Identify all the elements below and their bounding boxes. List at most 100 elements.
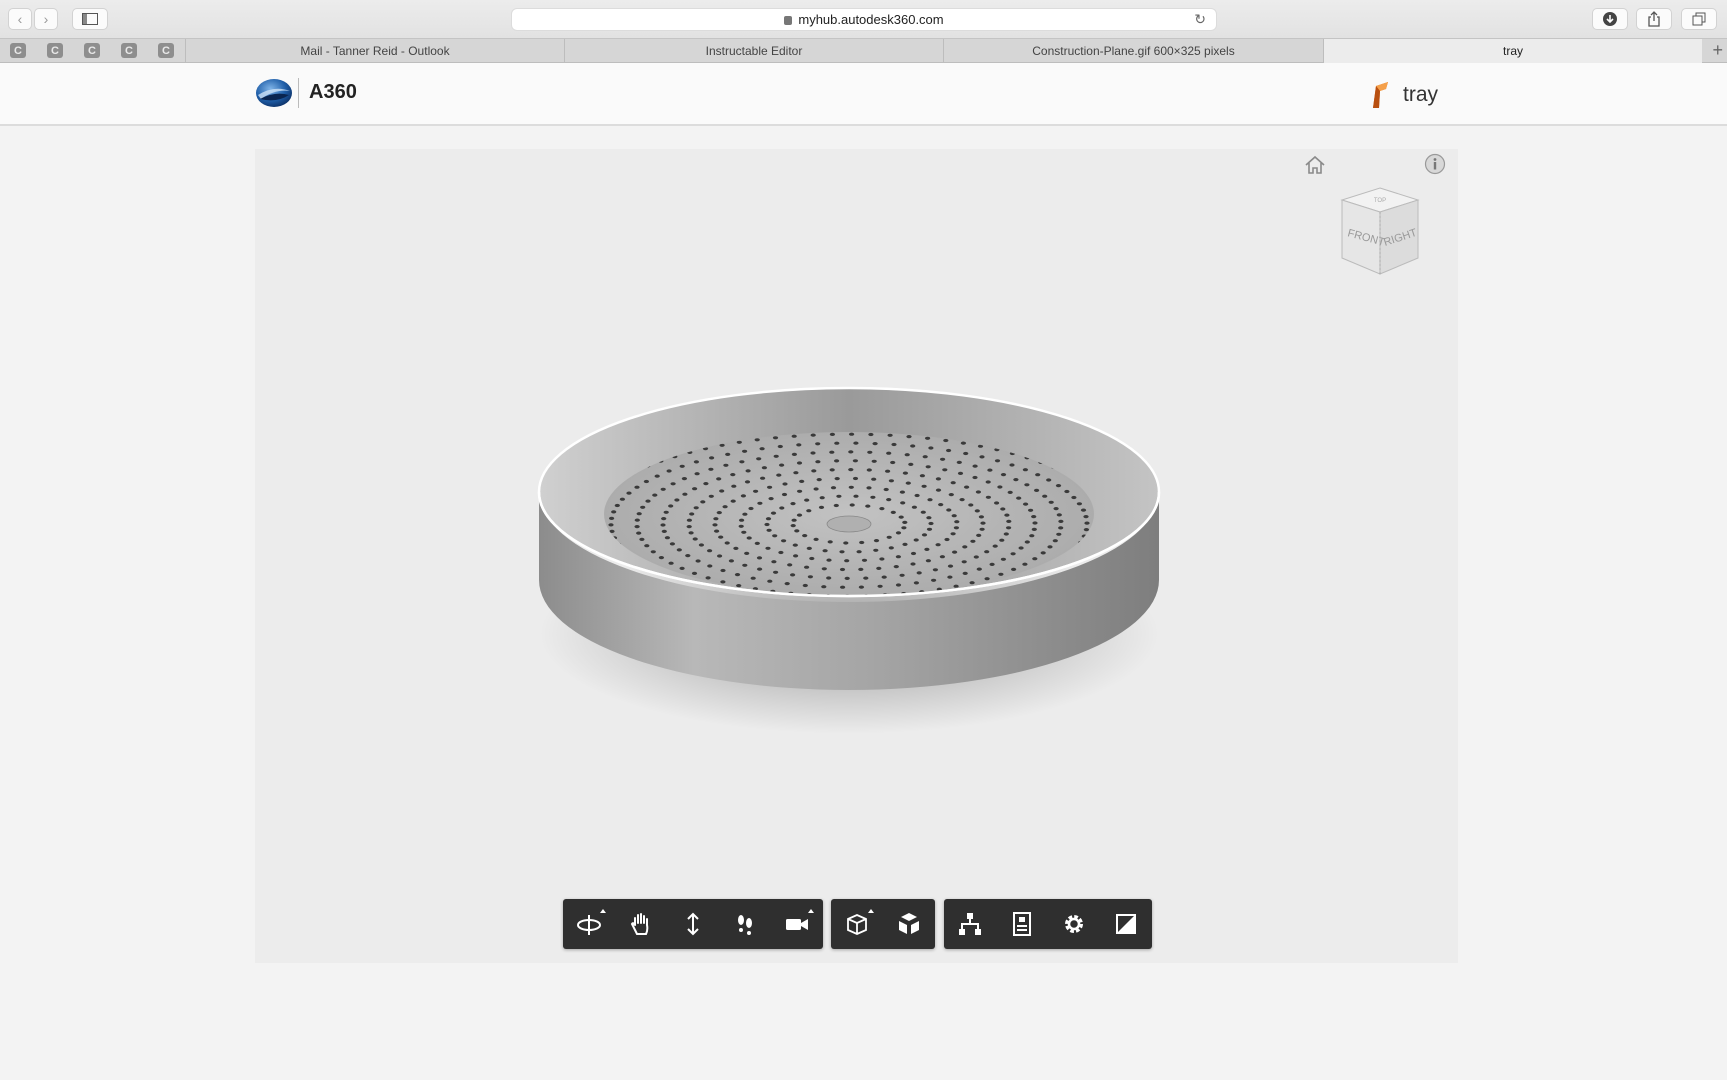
explode-button[interactable] xyxy=(883,899,935,949)
a360-logo-icon[interactable] xyxy=(255,77,293,109)
model-browser-button[interactable] xyxy=(944,899,996,949)
perforation-hole xyxy=(953,584,959,588)
perforation-hole xyxy=(1028,508,1034,512)
perforation-hole xyxy=(953,526,959,530)
perforation-hole xyxy=(906,435,912,439)
perforation-hole xyxy=(886,451,892,455)
perforation-hole xyxy=(663,510,669,514)
perforation-hole xyxy=(946,508,952,512)
perforation-hole xyxy=(921,484,927,488)
tab-construction-plane[interactable]: Construction-Plane.gif 600×325 pixels xyxy=(943,39,1323,63)
perforation-hole xyxy=(867,450,873,454)
perforation-hole xyxy=(654,474,660,478)
perforation-hole xyxy=(848,468,854,472)
perforation-hole xyxy=(902,542,908,546)
perforation-hole xyxy=(640,505,646,509)
info-icon[interactable] xyxy=(1424,153,1446,175)
perforation-hole xyxy=(821,585,827,589)
perforation-hole xyxy=(902,471,908,475)
camera-button[interactable] xyxy=(771,899,823,949)
zoom-button[interactable] xyxy=(667,899,719,949)
perforation-hole xyxy=(692,487,698,491)
perforation-hole xyxy=(866,486,872,490)
perforation-hole xyxy=(777,444,783,449)
perforation-hole xyxy=(959,498,965,502)
viewcube[interactable]: TOP FRONT RIGHT xyxy=(1335,186,1425,278)
perforation-hole xyxy=(853,441,859,445)
properties-button[interactable] xyxy=(996,899,1048,949)
perforation-hole xyxy=(1083,515,1089,519)
perforation-hole xyxy=(757,567,763,571)
orbit-button[interactable] xyxy=(563,899,615,949)
perforation-hole xyxy=(713,517,719,521)
perforation-hole xyxy=(895,531,902,535)
perforation-hole xyxy=(887,433,893,437)
pan-button[interactable] xyxy=(615,899,667,949)
settings-toolbar xyxy=(944,899,1152,949)
pinned-tab[interactable]: C xyxy=(121,43,137,58)
properties-icon xyxy=(1013,912,1031,936)
perforation-hole xyxy=(829,450,835,454)
forward-button[interactable]: › xyxy=(34,8,58,30)
perforation-hole xyxy=(849,432,855,436)
hand-icon xyxy=(630,913,649,935)
perforation-hole xyxy=(714,529,720,533)
perforation-hole xyxy=(761,466,767,470)
perforation-hole xyxy=(973,555,979,559)
perforation-hole xyxy=(969,581,975,585)
menu-caret-icon xyxy=(808,909,814,913)
perforation-hole xyxy=(1010,552,1016,556)
perforation-hole xyxy=(1071,495,1077,500)
pinned-tab[interactable]: C xyxy=(10,43,26,58)
back-button[interactable]: ‹ xyxy=(8,8,32,30)
perforation-hole xyxy=(861,558,868,562)
pinned-tab[interactable]: C xyxy=(47,43,63,58)
tray-3d-model[interactable] xyxy=(527,382,1167,742)
perforation-hole xyxy=(773,570,779,574)
perforation-hole xyxy=(679,464,685,468)
walk-button[interactable] xyxy=(719,899,771,949)
perforation-hole xyxy=(899,573,905,577)
settings-button[interactable] xyxy=(1048,899,1100,949)
perforation-hole xyxy=(772,436,779,440)
perforation-hole xyxy=(950,481,956,485)
perforation-hole xyxy=(893,565,899,569)
perforation-hole xyxy=(910,562,916,566)
reload-icon[interactable]: ↻ xyxy=(1194,11,1206,28)
perforation-hole xyxy=(830,486,837,490)
address-bar[interactable]: myhub.autodesk360.com ↻ xyxy=(511,8,1217,31)
perforation-hole xyxy=(804,498,810,502)
perforation-hole xyxy=(634,525,640,529)
perforation-hole xyxy=(913,538,919,542)
tab-tray[interactable]: tray xyxy=(1323,39,1702,63)
perforation-hole xyxy=(834,459,840,463)
perforation-hole xyxy=(822,549,828,553)
sidebar-toggle-button[interactable] xyxy=(72,8,108,30)
tab-instructable-editor[interactable]: Instructable Editor xyxy=(564,39,943,63)
tab-outlook[interactable]: Mail - Tanner Reid - Outlook xyxy=(185,39,564,63)
perforation-hole xyxy=(693,460,699,464)
new-tab-button[interactable]: + xyxy=(1712,40,1723,61)
perforation-hole xyxy=(736,440,742,444)
perforation-hole xyxy=(793,554,799,558)
perforation-hole xyxy=(998,572,1004,576)
perforation-hole xyxy=(707,564,713,568)
perforation-hole xyxy=(686,518,692,522)
perforation-hole xyxy=(809,556,815,561)
pinned-tab[interactable]: C xyxy=(158,43,174,58)
perforation-hole xyxy=(910,551,917,556)
fullscreen-button[interactable] xyxy=(1100,899,1152,949)
perforation-hole xyxy=(692,537,698,541)
perforation-hole xyxy=(877,584,883,588)
downloads-button[interactable] xyxy=(1592,8,1628,30)
share-button[interactable] xyxy=(1636,8,1672,30)
pinned-tab[interactable]: C xyxy=(84,43,100,58)
tab-overview-button[interactable] xyxy=(1681,8,1717,30)
section-button[interactable] xyxy=(831,899,883,949)
home-view-icon[interactable] xyxy=(1303,154,1327,176)
perforation-hole xyxy=(943,438,949,443)
perforation-hole xyxy=(1004,513,1010,517)
perforation-hole xyxy=(689,512,695,516)
perforation-hole xyxy=(815,442,821,446)
model-viewer[interactable]: TOP FRONT RIGHT xyxy=(255,149,1458,963)
